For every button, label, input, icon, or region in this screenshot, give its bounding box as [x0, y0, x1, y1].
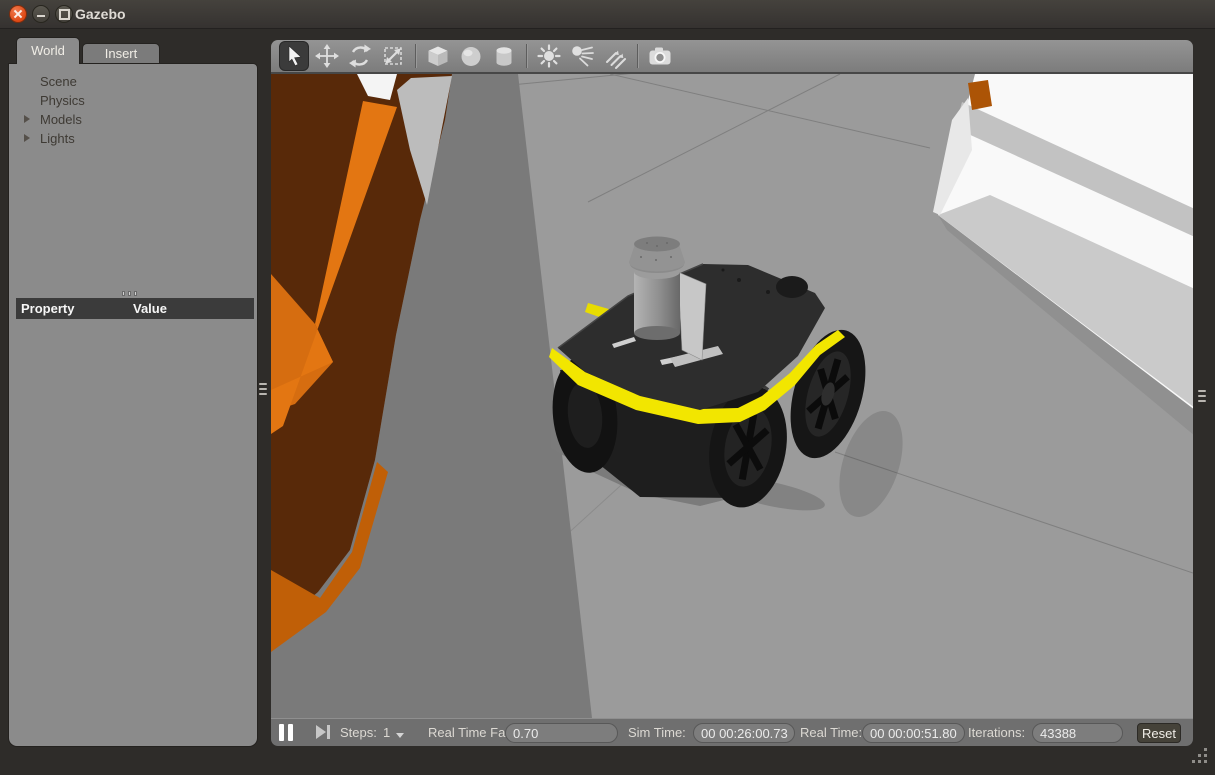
toolbar-separator — [415, 44, 416, 68]
spot-light-icon — [569, 43, 595, 69]
rtf-field[interactable]: 0.70 — [505, 723, 618, 743]
rotate-tool-button[interactable] — [345, 41, 375, 71]
right-splitter-handle[interactable] — [1198, 385, 1206, 407]
world-panel: Scene Physics Models Lights Property Val… — [8, 63, 258, 747]
sun-icon — [536, 43, 562, 69]
maximize-icon — [59, 9, 70, 20]
tree-item-scene[interactable]: Scene — [9, 72, 249, 91]
select-tool-button[interactable] — [279, 41, 309, 71]
titlebar: Gazebo — [0, 0, 1215, 29]
steps-dropdown-caret[interactable] — [396, 733, 404, 738]
tree-item-lights[interactable]: Lights — [9, 129, 249, 148]
steps-value[interactable]: 1 — [383, 719, 390, 747]
tab-world[interactable]: World — [16, 37, 80, 64]
toolbar-separator — [526, 44, 527, 68]
camera-icon — [647, 43, 673, 69]
left-splitter-handle[interactable] — [259, 378, 267, 400]
close-icon — [13, 9, 23, 19]
rtf-label: Real Time Fact — [428, 719, 515, 747]
real-time-field[interactable]: 00 00:00:51.80 — [862, 723, 965, 743]
panel-splitter-grip[interactable] — [122, 291, 137, 296]
step-button[interactable] — [316, 725, 332, 740]
window-resize-grip[interactable] — [1186, 748, 1208, 768]
sim-time-label: Sim Time: — [628, 719, 686, 747]
point-light-button[interactable] — [534, 41, 564, 71]
expand-arrow-icon[interactable] — [24, 115, 30, 123]
directional-light-icon — [602, 43, 628, 69]
cylinder-shape-button[interactable] — [489, 41, 519, 71]
cylinder-icon — [491, 43, 517, 69]
simulation-statusbar: Steps: 1 Real Time Fact 0.70 Sim Time: 0… — [271, 718, 1193, 746]
value-column-header: Value — [133, 298, 167, 319]
step-icon — [316, 725, 326, 739]
lidar-bracket — [678, 272, 706, 360]
cube-icon — [425, 43, 451, 69]
maximize-button[interactable] — [55, 5, 73, 23]
cursor-arrow-icon — [281, 43, 307, 69]
scale-tool-button[interactable] — [378, 41, 408, 71]
expand-arrow-icon[interactable] — [24, 134, 30, 142]
minimize-button[interactable] — [32, 5, 50, 23]
sphere-shape-button[interactable] — [456, 41, 486, 71]
steps-label: Steps: — [340, 719, 377, 747]
rotate-arrows-icon — [347, 43, 373, 69]
sphere-icon — [458, 43, 484, 69]
sim-time-field[interactable]: 00 00:26:00.73 — [693, 723, 795, 743]
property-table-header: Property Value — [16, 298, 254, 319]
toolbar-separator — [637, 44, 638, 68]
close-button[interactable] — [9, 5, 27, 23]
box-shape-button[interactable] — [423, 41, 453, 71]
iterations-field[interactable]: 43388 — [1032, 723, 1123, 743]
tree-item-models[interactable]: Models — [9, 110, 249, 129]
translate-tool-button[interactable] — [312, 41, 342, 71]
real-time-label: Real Time: — [800, 719, 862, 747]
tree-item-physics[interactable]: Physics — [9, 91, 249, 110]
scale-arrows-icon — [380, 43, 406, 69]
spot-light-button[interactable] — [567, 41, 597, 71]
tab-insert[interactable]: Insert — [82, 43, 160, 64]
reset-button[interactable]: Reset — [1137, 723, 1181, 743]
directional-light-button[interactable] — [600, 41, 630, 71]
lidar-sensor — [629, 237, 685, 341]
window-title: Gazebo — [75, 0, 126, 28]
viewport-toolbar — [271, 40, 1193, 74]
property-column-header: Property — [21, 298, 74, 319]
antenna-dome — [776, 276, 808, 298]
screenshot-button[interactable] — [645, 41, 675, 71]
iterations-label: Iterations: — [968, 719, 1025, 747]
minimize-icon — [37, 15, 45, 17]
3d-viewport[interactable] — [271, 74, 1193, 718]
gazebo-window: { "window": { "title": "Gazebo" }, "left… — [0, 0, 1215, 775]
pause-button[interactable] — [279, 724, 297, 741]
move-arrows-icon — [314, 43, 340, 69]
